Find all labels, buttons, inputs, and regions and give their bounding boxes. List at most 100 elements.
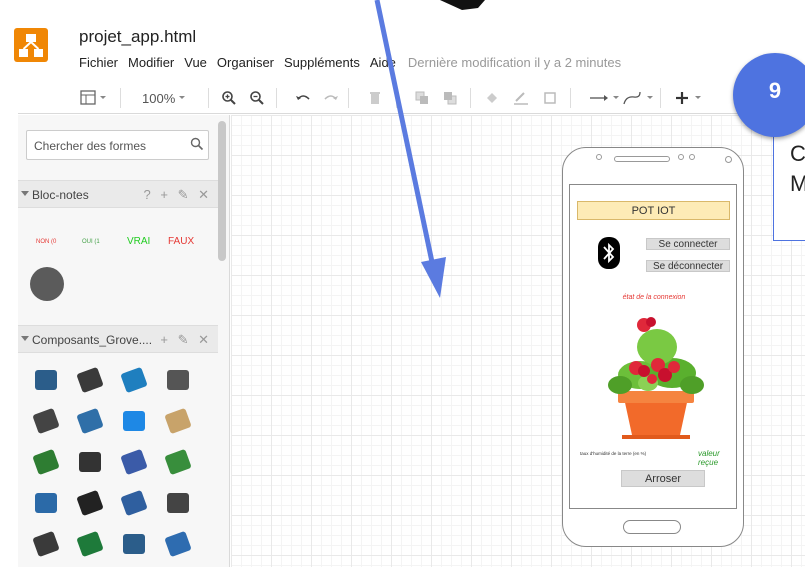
grove-component-4[interactable]	[167, 370, 189, 390]
zoom-out-button[interactable]	[249, 88, 265, 108]
phone-speaker	[614, 156, 670, 162]
grove-component-12[interactable]	[164, 448, 192, 476]
grove-component-11[interactable]	[120, 448, 148, 476]
app-title-label[interactable]: POT IOT	[577, 201, 730, 220]
callout-line: C	[790, 141, 805, 166]
menu-bar: Fichier Modifier Vue Organiser Supplémen…	[79, 55, 631, 70]
gray-circle-shape[interactable]	[30, 267, 64, 301]
section-title: Bloc-notes	[32, 188, 89, 202]
drawio-logo	[14, 28, 48, 62]
phone-home-button	[623, 520, 681, 534]
section-bloc-notes[interactable]: Bloc-notes ? + ✎ ✕	[18, 180, 218, 208]
grove-component-1[interactable]	[35, 370, 57, 390]
connection-status-label: état de la connexion	[622, 294, 686, 301]
grove-component-16[interactable]	[167, 493, 189, 513]
phone-camera	[596, 154, 602, 160]
toolbar: 100%	[18, 82, 805, 114]
shape-search-input[interactable]: Chercher des formes	[26, 130, 209, 160]
grove-component-6[interactable]	[76, 407, 104, 435]
menu-fichier[interactable]: Fichier	[79, 55, 118, 70]
grove-component-9[interactable]	[32, 448, 60, 476]
waypoints-button[interactable]	[622, 88, 654, 108]
zoom-dropdown[interactable]: 100%	[142, 88, 189, 108]
zoom-out-icon	[250, 91, 264, 105]
last-modified-text[interactable]: Dernière modification il y a 2 minutes	[408, 55, 621, 70]
document-title[interactable]: projet_app.html	[79, 27, 196, 47]
note-non[interactable]: NON (0	[36, 239, 56, 245]
panel-icon	[80, 90, 106, 105]
collapse-triangle-icon	[21, 336, 29, 341]
redo-button[interactable]	[322, 88, 340, 108]
grove-component-20[interactable]	[164, 530, 192, 558]
grove-component-10[interactable]	[79, 452, 101, 472]
fill-bucket-icon	[487, 93, 497, 103]
menu-supplements[interactable]: Suppléments	[284, 55, 360, 70]
undo-button[interactable]	[294, 88, 312, 108]
instruction-callout: C M	[773, 120, 805, 241]
phone-sensor	[678, 154, 684, 160]
note-faux[interactable]: FAUX	[168, 236, 194, 247]
sidebar-scrollbar[interactable]	[218, 121, 226, 261]
humidity-label: taux d'humidité de la terre (en %)	[580, 451, 647, 456]
to-back-icon	[444, 92, 457, 105]
curve-icon	[623, 91, 653, 105]
grove-component-13[interactable]	[35, 493, 57, 513]
zoom-in-button[interactable]	[221, 88, 237, 108]
grove-component-7[interactable]	[123, 411, 145, 431]
zoom-in-icon	[222, 91, 236, 105]
section-title: Composants_Grove....	[32, 333, 153, 347]
chevron-down-icon	[179, 96, 186, 99]
callout-line: M	[790, 171, 805, 196]
delete-button[interactable]	[368, 88, 382, 108]
note-vrai[interactable]: VRAI	[127, 236, 150, 247]
undo-icon	[296, 95, 310, 100]
connection-style-button[interactable]	[588, 88, 620, 108]
search-icon[interactable]	[190, 137, 204, 151]
grove-component-5[interactable]	[32, 407, 60, 435]
fill-color-button[interactable]	[484, 88, 500, 108]
shadow-button[interactable]	[542, 88, 558, 108]
menu-organiser[interactable]: Organiser	[217, 55, 274, 70]
grove-component-15[interactable]	[120, 489, 148, 517]
humidity-value: valeur reçue	[698, 449, 720, 467]
redo-icon	[324, 95, 338, 100]
section-actions[interactable]: + ✎ ✕	[160, 332, 212, 348]
drawio-window: projet_app.html Fichier Modifier Vue Org…	[0, 0, 805, 567]
to-front-icon	[415, 91, 428, 104]
trash-icon	[370, 92, 380, 104]
disconnect-button[interactable]: Se déconnecter	[646, 260, 730, 272]
zoom-level: 100%	[142, 90, 176, 106]
to-back-button[interactable]	[442, 88, 458, 108]
grove-component-17[interactable]	[32, 530, 60, 558]
flower-pot-image	[608, 317, 704, 439]
water-button[interactable]: Arroser	[621, 470, 705, 487]
to-front-button[interactable]	[414, 88, 430, 108]
format-panel-button[interactable]	[80, 88, 108, 108]
bluetooth-icon[interactable]	[598, 237, 620, 269]
pencil-icon	[514, 92, 528, 105]
grove-component-8[interactable]	[164, 407, 192, 435]
insert-button[interactable]	[674, 88, 704, 108]
connect-button[interactable]: Se connecter	[646, 238, 730, 250]
shapes-sidebar: Chercher des formes Bloc-notes ? + ✎ ✕ N…	[18, 115, 230, 567]
title-bar: projet_app.html Fichier Modifier Vue Org…	[0, 0, 805, 82]
plus-icon	[676, 92, 701, 104]
grove-component-18[interactable]	[76, 530, 104, 558]
menu-modifier[interactable]: Modifier	[128, 55, 174, 70]
section-actions[interactable]: ? + ✎ ✕	[144, 187, 212, 203]
note-oui[interactable]: OUI (1	[82, 239, 100, 245]
phone-sensor	[689, 154, 695, 160]
shadow-icon	[544, 92, 556, 104]
arrow-right-icon	[590, 95, 619, 101]
menu-vue[interactable]: Vue	[184, 55, 207, 70]
phone-front-camera	[725, 156, 732, 163]
menu-aide[interactable]: Aide	[370, 55, 396, 70]
grove-component-19[interactable]	[123, 534, 145, 554]
section-composants-grove[interactable]: Composants_Grove.... + ✎ ✕	[18, 325, 218, 353]
grove-component-3[interactable]	[120, 366, 148, 394]
phone-mockup[interactable]: POT IOT Se connecter Se déconnecter état…	[562, 147, 744, 547]
grove-component-2[interactable]	[76, 366, 104, 394]
line-color-button[interactable]	[512, 88, 530, 108]
collapse-triangle-icon	[21, 191, 29, 196]
grove-component-14[interactable]	[76, 489, 104, 517]
